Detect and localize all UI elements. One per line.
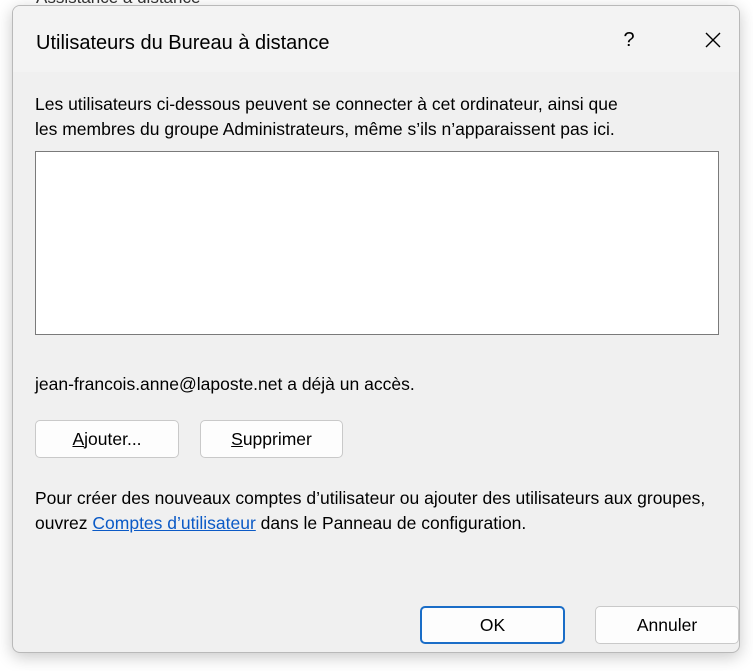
dialog-title: Utilisateurs du Bureau à distance: [36, 32, 330, 54]
close-button[interactable]: [689, 20, 737, 60]
ok-button[interactable]: OK: [420, 606, 565, 644]
remove-button-label: upprimer: [242, 428, 312, 449]
help-button[interactable]: ?: [605, 20, 653, 60]
description-line-1: Les utilisateurs ci-dessous peuvent se c…: [35, 94, 618, 114]
add-button-label: jouter...: [84, 428, 142, 449]
user-accounts-link[interactable]: Comptes d’utilisateur: [92, 513, 255, 533]
description-line-2: les membres du groupe Administrateurs, m…: [35, 119, 615, 139]
title-bar[interactable]: Utilisateurs du Bureau à distance ?: [13, 6, 739, 72]
users-list[interactable]: [35, 151, 719, 335]
add-button-mnemonic: A: [72, 428, 85, 449]
info-text: Pour créer des nouveaux comptes d’utilis…: [35, 486, 725, 536]
access-status-text: jean-francois.anne@laposte.net a déjà un…: [35, 374, 415, 394]
add-button[interactable]: Ajouter...: [35, 420, 179, 458]
help-icon: ?: [623, 28, 635, 51]
remove-button[interactable]: Supprimer: [200, 420, 343, 458]
info-text-after: dans le Panneau de configuration.: [255, 513, 527, 533]
remote-desktop-users-dialog: Utilisateurs du Bureau à distance ? Les …: [12, 5, 740, 653]
description-text: Les utilisateurs ci-dessous peuvent se c…: [35, 92, 725, 142]
remove-button-mnemonic: S: [231, 428, 243, 449]
cancel-button[interactable]: Annuler: [595, 606, 739, 644]
close-icon: [705, 32, 721, 48]
